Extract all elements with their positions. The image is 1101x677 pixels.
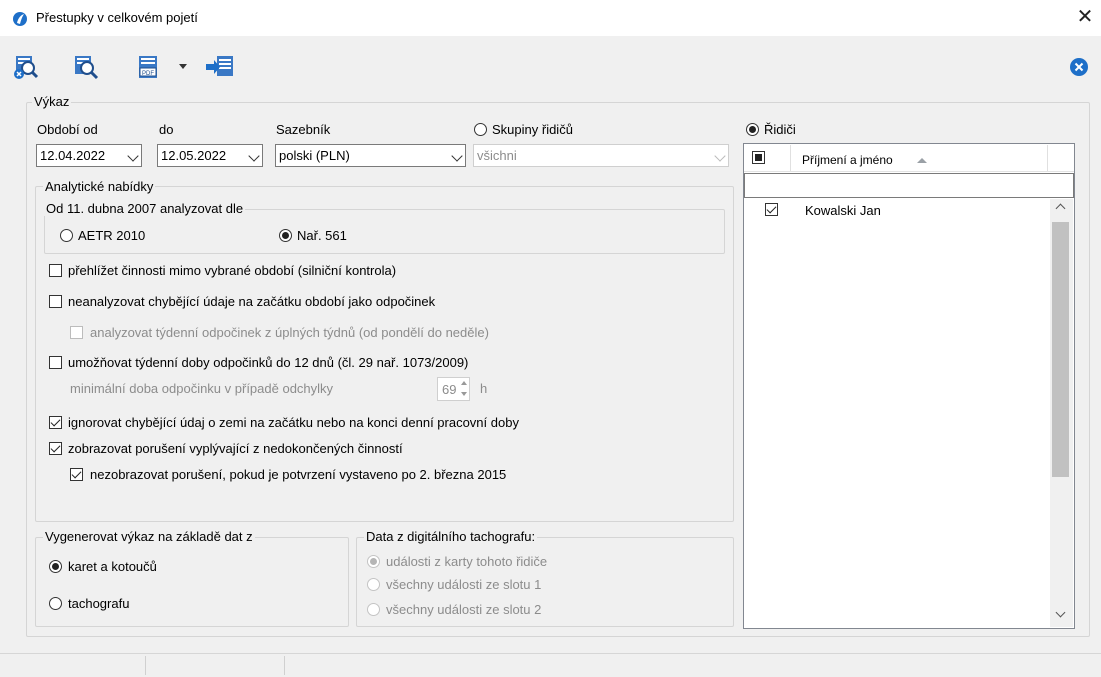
cards-label: karet a kotoučů [68,559,157,574]
digital-opt2-label: všechny události ze slotu 1 [386,577,542,592]
drivers-list[interactable] [743,143,1075,629]
drivers-radio[interactable] [746,123,759,136]
opt5-checkbox[interactable] [49,416,62,429]
digital-opt1-radio [367,555,380,568]
opt4-checkbox[interactable] [49,356,62,369]
close-window-button[interactable]: ✕ [1073,5,1097,29]
window-title: Přestupky v celkovém pojetí [36,10,198,25]
select-all-checkbox[interactable] [752,151,765,164]
tacho-radio[interactable] [49,597,62,610]
opt7-label: nezobrazovat porušení, pokud je potvrzen… [90,467,507,482]
scroll-thumb[interactable] [1052,222,1069,477]
opt4-label: umožňovat týdenní doby odpočinků do 12 d… [68,355,469,370]
column-header-name[interactable]: Příjmení a jméno [802,153,893,167]
min-rest-label: minimální doba odpočinku v případě odchy… [70,381,334,396]
tariff-value: polski (PLN) [279,148,350,163]
digital-opt1-label: události z karty tohoto řidiče [386,554,548,569]
svg-text:PDF: PDF [142,71,154,77]
sort-ascending-icon [917,158,927,163]
spin-down-icon [461,392,467,396]
cards-radio[interactable] [49,560,62,573]
app-logo-icon [12,11,28,27]
generate-group-label: Vygenerovat výkaz na základě dat z [43,529,255,544]
status-separator-1 [145,656,146,675]
period-to-label: do [159,122,174,137]
driver-groups-combo: všichni [473,144,729,167]
digital-group-label: Data z digitálního tachografu: [364,529,538,544]
list-header [744,144,1074,172]
period-from-value: 12.04.2022 [40,148,106,163]
min-rest-spinner: 69 [437,377,470,401]
opt2-checkbox[interactable] [49,295,62,308]
nar-radio[interactable] [279,229,292,242]
opt3-checkbox [70,326,83,339]
digital-opt3-label: všechny události ze slotu 2 [386,602,542,617]
digital-opt3-radio [367,603,380,616]
opt3-label: analyzovat týdenní odpočinek z úplných t… [90,325,489,340]
pdf-export-icon[interactable]: PDF [135,54,163,80]
filter-input[interactable] [744,173,1074,198]
drivers-radio-label: Řidiči [764,122,796,137]
period-from-combo[interactable]: 12.04.2022 [36,144,142,167]
driver-groups-radio[interactable] [474,123,487,136]
tacho-label: tachografu [68,596,130,611]
header-divider [790,145,791,171]
delete-report-icon[interactable] [12,54,40,80]
spin-up-icon [461,381,467,385]
since-group-label: Od 11. dubna 2007 analyzovat dle [44,201,246,216]
aetr-radio[interactable] [60,229,73,242]
min-rest-unit: h [480,381,488,396]
tariff-label: Sazebník [276,122,331,137]
period-to-value: 12.05.2022 [161,148,227,163]
dropdown-arrow-icon[interactable] [179,64,187,69]
driver-groups-value: všichni [477,148,517,163]
status-bar [0,653,1101,677]
tariff-combo[interactable]: polski (PLN) [275,144,466,167]
opt1-label: přehlížet činnosti mimo vybrané období (… [68,263,397,278]
nar-label: Nař. 561 [297,228,347,243]
opt6-label: zobrazovat porušení vyplývající z nedoko… [68,441,403,456]
generate-group [35,537,349,627]
period-to-combo[interactable]: 12.05.2022 [157,144,263,167]
min-rest-value: 69 [442,382,457,397]
opt6-checkbox[interactable] [49,442,62,455]
aetr-label: AETR 2010 [78,228,146,243]
preview-report-icon[interactable] [72,54,100,80]
close-circle-icon[interactable] [1069,57,1089,77]
period-from-label: Období od [37,122,98,137]
opt1-checkbox[interactable] [49,264,62,277]
status-separator-2 [284,656,285,675]
analytic-group-label: Analytické nabídky [43,179,156,194]
opt5-label: ignorovat chybějící údaj o zemi na začát… [68,415,519,430]
header-divider-2 [1047,145,1048,171]
driver-row-checkbox[interactable] [765,203,778,216]
driver-groups-label: Skupiny řidičů [492,122,573,137]
digital-opt2-radio [367,578,380,591]
driver-row-name[interactable]: Kowalski Jan [805,203,881,218]
opt2-label: neanalyzovat chybějící údaje na začátku … [68,294,436,309]
opt7-checkbox[interactable] [70,468,83,481]
report-group-label: Výkaz [32,94,72,109]
email-send-icon[interactable] [204,54,233,80]
